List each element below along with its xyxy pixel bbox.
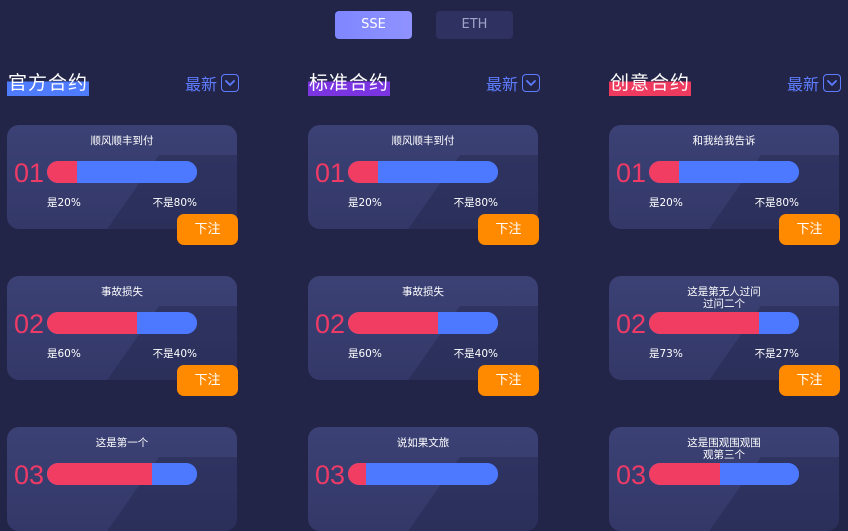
no-bar-fill [378,161,498,183]
column-header: 创意合约 最新 [609,70,841,96]
sort-label: 最新 [485,75,518,94]
card-number: 03 [616,460,647,490]
card-title: 顺风顺丰到付 [391,135,455,147]
contract-card[interactable]: 这是第一个 03 [7,427,237,531]
column-title: 官方合约 [7,70,90,96]
no-percent-label: 不是40% [453,348,498,360]
column-header: 标准合约 最新 [308,70,540,96]
column-official: 官方合约 最新 顺风顺丰到付 01 是20% 不是80% 下注 事故损失 02 … [7,0,239,531]
chevron-down-icon[interactable] [522,74,540,92]
sort-dropdown[interactable]: 最新 [486,70,540,96]
chevron-down-icon[interactable] [221,74,239,92]
no-bar-fill [137,312,197,334]
bet-button[interactable]: 下注 [478,365,539,396]
card-title: 这是围观围观围 观第三个 [687,437,761,461]
vote-progress-bar [348,312,498,334]
bet-button[interactable]: 下注 [779,365,840,396]
card-number: 03 [315,460,346,490]
no-percent-label: 不是80% [152,197,197,209]
yes-percent-label: 是20% [47,197,81,209]
card-number: 02 [616,309,647,339]
vote-progress-bar [649,161,799,183]
card-title: 事故损失 [402,286,444,298]
card-title: 顺风顺丰到付 [90,135,154,147]
contract-card[interactable]: 和我给我告诉 01 是20% 不是80% 下注 [609,125,840,245]
chevron-down-icon[interactable] [823,74,841,92]
vote-progress-bar [47,312,197,334]
vote-progress-bar [348,161,498,183]
vote-progress-bar [47,161,197,183]
card-number: 03 [14,460,45,490]
contract-card[interactable]: 顺风顺丰到付 01 是20% 不是80% 下注 [308,125,539,245]
no-bar-fill [77,161,197,183]
vote-progress-bar [649,312,799,334]
bet-button[interactable]: 下注 [779,214,840,245]
yes-bar-fill [348,161,378,183]
contract-card[interactable]: 说如果文旅 03 [308,427,538,531]
yes-percent-label: 是60% [47,348,81,360]
bet-button[interactable]: 下注 [478,214,539,245]
card-title: 事故损失 [101,286,143,298]
card-number: 01 [315,158,346,188]
sort-dropdown[interactable]: 最新 [185,70,239,96]
bet-button[interactable]: 下注 [177,365,238,396]
contract-card[interactable]: 事故损失 02 是60% 不是40% 下注 [308,276,539,396]
card-number: 01 [14,158,45,188]
yes-percent-label: 是20% [649,197,683,209]
no-percent-label: 不是80% [754,197,799,209]
contract-card[interactable]: 这是围观围观围 观第三个 03 [609,427,839,531]
sort-dropdown[interactable]: 最新 [787,70,841,96]
sort-label: 最新 [184,75,217,94]
yes-percent-label: 是20% [348,197,382,209]
bet-button[interactable]: 下注 [177,214,238,245]
card-title: 和我给我告诉 [692,135,756,147]
contract-card[interactable]: 顺风顺丰到付 01 是20% 不是80% 下注 [7,125,238,245]
card-number: 01 [616,158,647,188]
no-percent-label: 不是40% [152,348,197,360]
column-title: 标准合约 [308,70,391,96]
yes-bar-fill [47,161,77,183]
column-header: 官方合约 最新 [7,70,239,96]
contract-card[interactable]: 这是第无人过问 过问二个 02 是73% 不是27% 下注 [609,276,840,396]
card-number: 02 [14,309,45,339]
yes-bar-fill [348,312,438,334]
no-percent-label: 不是27% [754,348,799,360]
card-title: 这是第无人过问 过问二个 [687,286,761,310]
column-standard: 标准合约 最新 顺风顺丰到付 01 是20% 不是80% 下注 事故损失 02 … [308,0,540,531]
no-percent-label: 不是80% [453,197,498,209]
yes-bar-fill [649,161,679,183]
contract-card[interactable]: 事故损失 02 是60% 不是40% 下注 [7,276,238,396]
yes-percent-label: 是73% [649,348,683,360]
yes-percent-label: 是60% [348,348,382,360]
card-number: 02 [315,309,346,339]
card-title: 这是第一个 [95,437,149,449]
no-bar-fill [438,312,498,334]
no-bar-fill [758,312,799,334]
column-title: 创意合约 [609,70,692,96]
yes-bar-fill [649,312,759,334]
no-bar-fill [679,161,799,183]
column-creative: 创意合约 最新 和我给我告诉 01 是20% 不是80% 下注 这是第无人过问 … [609,0,841,531]
yes-bar-fill [47,312,137,334]
card-title: 说如果文旅 [396,437,450,449]
sort-label: 最新 [786,75,819,94]
